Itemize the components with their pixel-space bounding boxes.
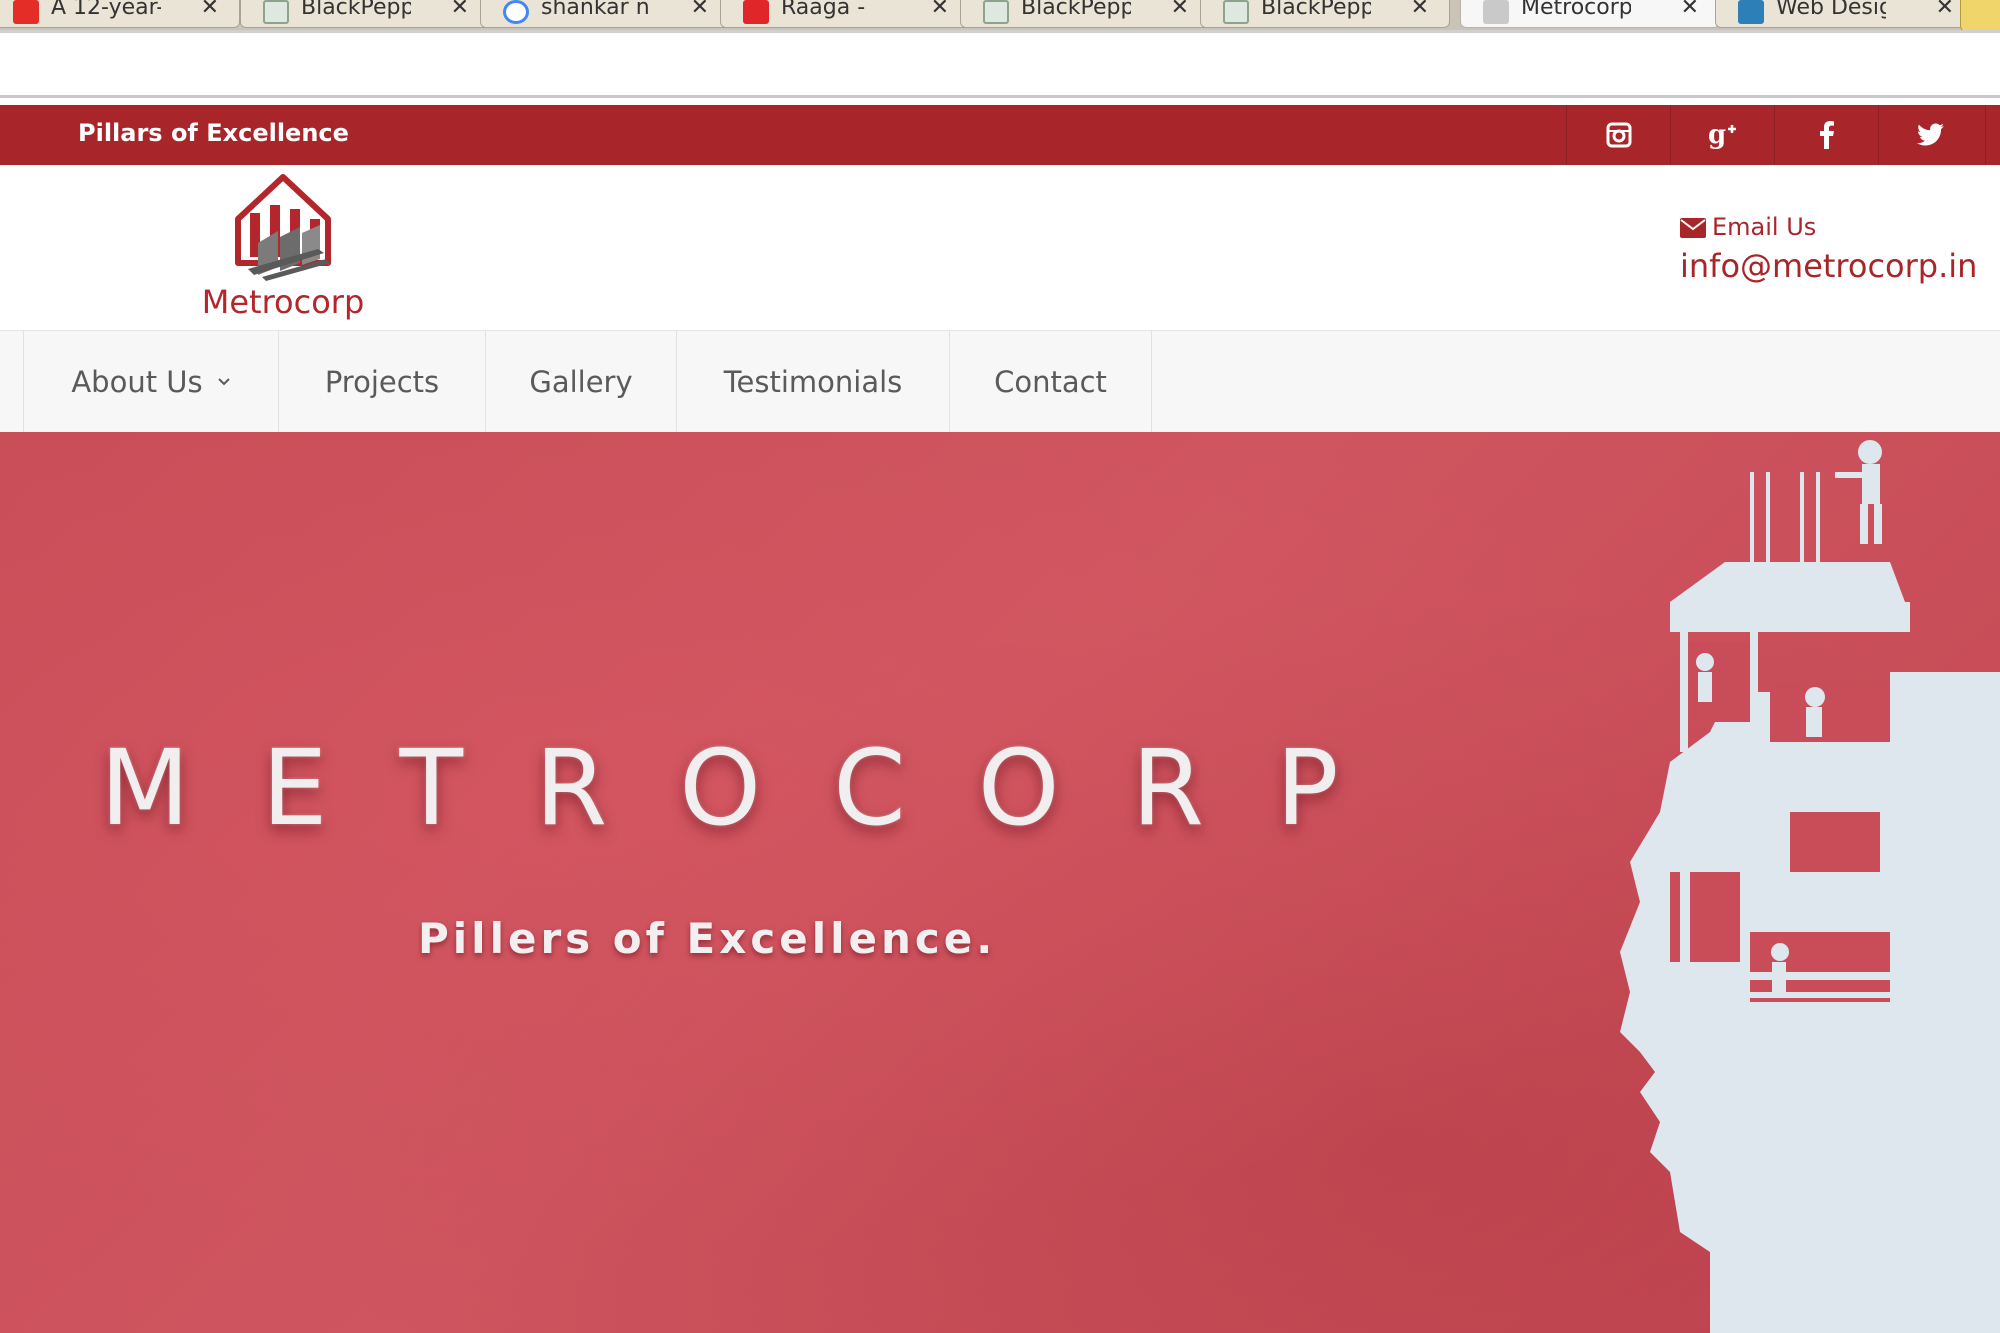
- instagram-icon: [1606, 122, 1631, 148]
- browser-tab[interactable]: BlackPepp ✕: [240, 0, 490, 28]
- hero-title: METROCORP: [100, 727, 1411, 849]
- twitter-link[interactable]: [1878, 105, 1982, 165]
- hero-banner: METROCORP Pillers of Excellence.: [0, 432, 2000, 1333]
- nav-item-testimonials[interactable]: Testimonials: [677, 331, 950, 432]
- tab-close-icon[interactable]: ✕: [1411, 0, 1429, 20]
- tab-title: shankar na: [541, 0, 651, 20]
- facebook-link[interactable]: [1774, 105, 1878, 165]
- site-icon: [1223, 0, 1249, 24]
- new-tab-button[interactable]: [1960, 0, 2000, 30]
- envelope-icon: [1680, 218, 1706, 238]
- logo-text: Metrocorp: [201, 283, 365, 321]
- youtube-icon: [13, 0, 39, 24]
- site-icon: [983, 0, 1009, 24]
- tab-title: Metrocorp: [1521, 0, 1631, 20]
- tab-title: Web Desig: [1776, 0, 1886, 20]
- email-link[interactable]: info@metrocorp.in: [1680, 247, 1977, 285]
- tab-title: BlackPepp: [301, 0, 411, 20]
- tab-close-icon[interactable]: ✕: [931, 0, 949, 20]
- raaga-icon: [743, 0, 769, 24]
- email-label: Email Us: [1680, 213, 1816, 241]
- nav-item-gallery[interactable]: Gallery: [486, 331, 677, 432]
- browser-tab[interactable]: Raaga - ✕: [720, 0, 970, 28]
- browser-tab[interactable]: shankar na ✕: [480, 0, 730, 28]
- nav-item-label: About Us: [71, 364, 203, 399]
- nav-item-label: Testimonials: [723, 364, 903, 399]
- tab-title: A 12-year-: [51, 0, 161, 20]
- tab-close-icon[interactable]: ✕: [201, 0, 219, 20]
- browser-tab[interactable]: BlackPepp ✕: [960, 0, 1210, 28]
- nav-item-contact[interactable]: Contact: [950, 331, 1152, 432]
- tab-title: Raaga -: [781, 0, 866, 20]
- main-nav: About Us Projects Gallery Testimonials C…: [0, 330, 2000, 432]
- top-bar-divider: [1985, 105, 2000, 165]
- browser-tab[interactable]: BlackPepp ✕: [1200, 0, 1450, 28]
- browser-tab[interactable]: A 12-year- ✕: [0, 0, 240, 28]
- google-icon: [503, 0, 529, 24]
- tab-close-icon[interactable]: ✕: [691, 0, 709, 20]
- chevron-down-icon: [217, 377, 230, 385]
- tab-close-icon[interactable]: ✕: [1171, 0, 1189, 20]
- instagram-link[interactable]: [1566, 105, 1670, 165]
- tab-title: BlackPepp: [1261, 0, 1371, 20]
- browser-toolbar: [0, 30, 2000, 98]
- tab-close-icon[interactable]: ✕: [1681, 0, 1699, 20]
- browser-tab-active[interactable]: Metrocorp ✕: [1460, 0, 1720, 28]
- tab-close-icon[interactable]: ✕: [451, 0, 469, 20]
- email-label-text: Email Us: [1712, 213, 1817, 241]
- nav-item-label: Contact: [994, 364, 1107, 399]
- google-plus-icon: g: [1708, 121, 1736, 149]
- facebook-icon: [1819, 121, 1834, 149]
- nav-item-label: Gallery: [529, 364, 633, 399]
- site-icon: [263, 0, 289, 24]
- site-icon: [1738, 0, 1764, 24]
- site-header: Metrocorp Email Us info@metrocorp.in: [0, 165, 2000, 330]
- metrocorp-icon: [1483, 0, 1509, 24]
- logo-building-icon: [235, 174, 331, 281]
- site-logo[interactable]: Metrocorp: [200, 171, 380, 321]
- hero-subtitle: Pillers of Excellence.: [418, 914, 997, 963]
- google-plus-link[interactable]: g: [1670, 105, 1774, 165]
- nav-item-projects[interactable]: Projects: [279, 331, 486, 432]
- nav-item-about-us[interactable]: About Us: [24, 331, 279, 432]
- top-tagline: Pillars of Excellence: [78, 119, 349, 147]
- tab-close-icon[interactable]: ✕: [1936, 0, 1954, 20]
- nav-item-label: Projects: [324, 364, 440, 399]
- tab-title: BlackPepp: [1021, 0, 1131, 20]
- browser-tab-strip: A 12-year- ✕ BlackPepp ✕ shankar na ✕ Ra…: [0, 0, 2000, 30]
- construction-head-illustration: [1620, 440, 2000, 1333]
- svg-text:g: g: [1708, 121, 1726, 149]
- top-bar: Pillars of Excellence g: [0, 105, 2000, 165]
- twitter-icon: [1916, 123, 1944, 146]
- browser-tab[interactable]: Web Desig ✕: [1715, 0, 1975, 28]
